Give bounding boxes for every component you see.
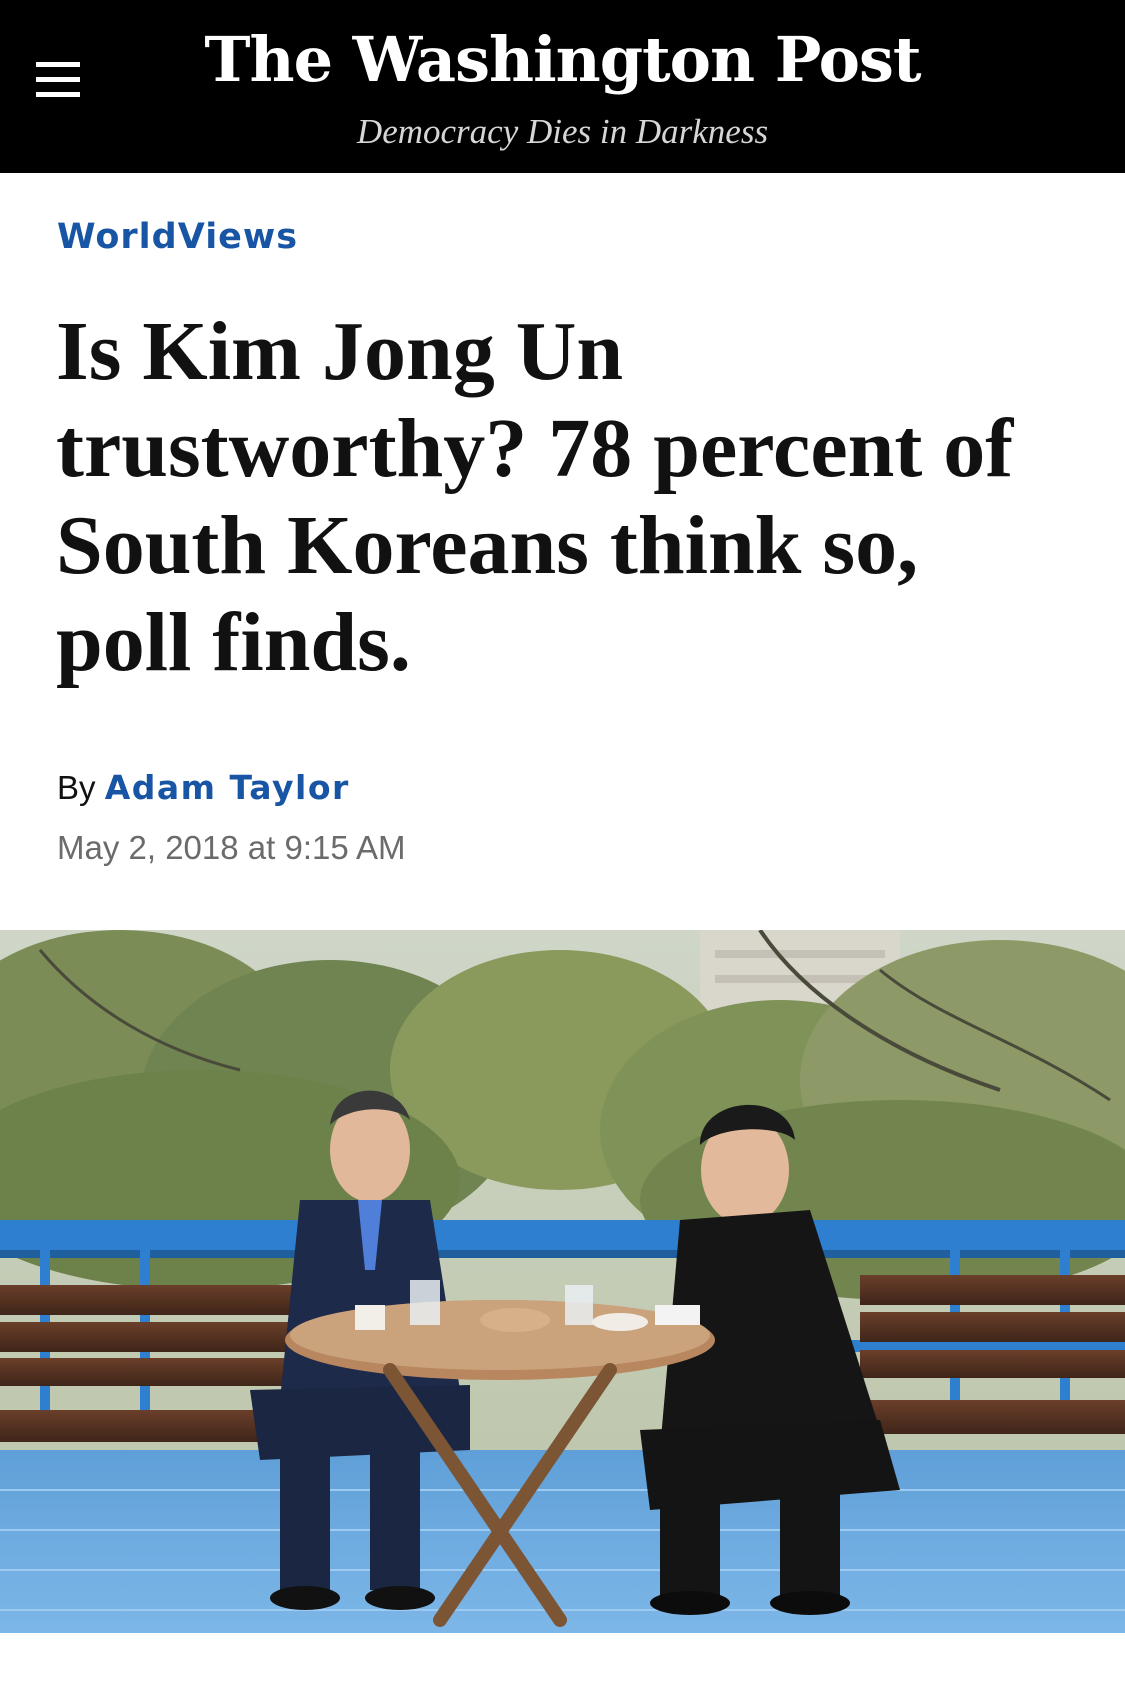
author-link[interactable]: Adam Taylor [105, 768, 350, 807]
masthead-tagline: Democracy Dies in Darkness [356, 112, 769, 151]
publish-timestamp: May 2, 2018 at 9:15 AM [57, 829, 406, 866]
masthead-logo[interactable]: The Washington Post [0, 20, 1125, 100]
lead-photo [0, 930, 1125, 1633]
byline-prefix: By [57, 769, 96, 806]
site-header: The Washington Post Democracy Dies in Da… [0, 0, 1125, 173]
byline: By Adam Taylor [57, 767, 350, 809]
article-headline: Is Kim Jong Un trustworthy? 78 percent o… [56, 305, 1014, 689]
section-link-worldviews[interactable]: WorldViews [57, 214, 298, 260]
